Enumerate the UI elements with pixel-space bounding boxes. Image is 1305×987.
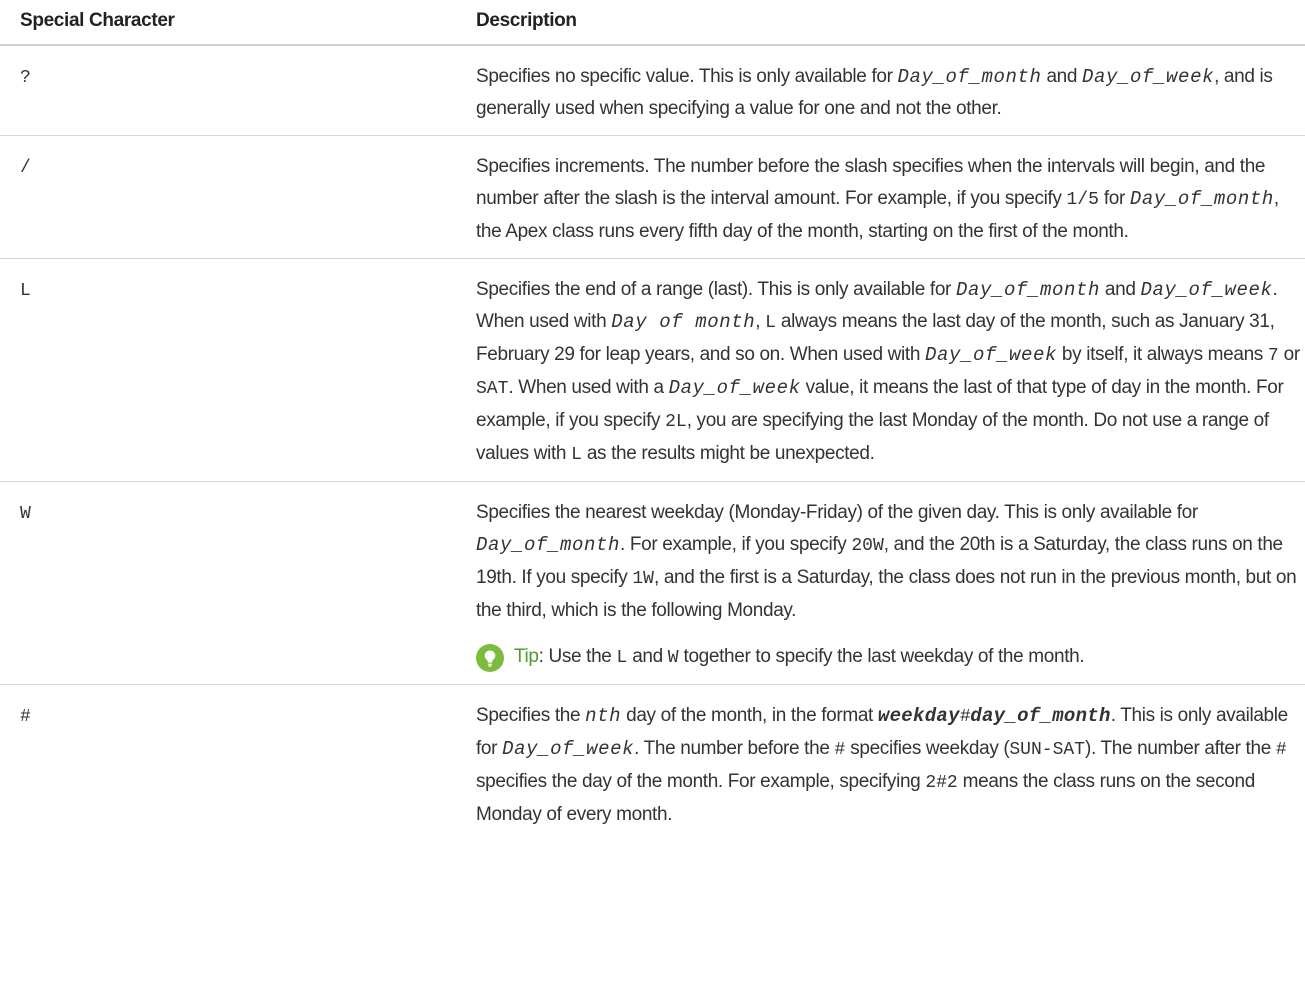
special-character-cell: # <box>0 685 476 842</box>
table-row: L Specifies the end of a range (last). Th… <box>0 258 1305 482</box>
code-literal: # <box>1275 740 1287 760</box>
lightbulb-icon <box>476 643 504 672</box>
description-text: Specifies no specific value. This is onl… <box>476 66 898 87</box>
description-text: for <box>1098 188 1130 209</box>
special-character: # <box>20 707 31 727</box>
description-paragraph: Specifies no specific value. This is onl… <box>476 61 1305 125</box>
code-variable: Day_of_week <box>502 738 635 760</box>
description-text: ). The number after the <box>1085 738 1276 759</box>
description-paragraph: Specifies the end of a range (last). Thi… <box>476 274 1305 471</box>
special-character: L <box>20 281 31 301</box>
description-text: as the results might be unexpected. <box>581 443 875 464</box>
description-text: day of the month, in the format <box>621 705 878 726</box>
description-text: Specifies the <box>476 705 586 726</box>
description-text: . When used with a <box>508 377 669 398</box>
code-literal: 2L <box>665 412 687 432</box>
special-character-cell: W <box>0 481 476 685</box>
code-variable: Day of month <box>611 311 756 333</box>
code-variable: Day_of_month <box>476 534 621 556</box>
description-text: and <box>627 646 668 667</box>
code-literal: L <box>571 445 582 465</box>
code-literal: 2#2 <box>925 773 958 793</box>
code-variable: Day_of_month <box>897 66 1042 88</box>
code-variable: Day_of_week <box>668 377 801 399</box>
description-text: specifies weekday ( <box>845 738 1010 759</box>
code-literal: 20W <box>851 536 884 556</box>
description-text: specifies the day of the month. For exam… <box>476 771 926 792</box>
description-text: or <box>1278 344 1301 365</box>
table-row: W Specifies the nearest weekday (Monday-F… <box>0 481 1305 685</box>
tip-text: Tip: Use the L and W together to specify… <box>514 641 1085 674</box>
description-text: together to specify the last weekday of … <box>678 646 1085 667</box>
tip-note: Tip: Use the L and W together to specify… <box>476 641 1305 674</box>
code-literal: SAT <box>476 379 509 399</box>
description-text: , <box>755 311 766 332</box>
code-literal: L <box>765 313 776 333</box>
code-literal: 7 <box>1267 346 1279 366</box>
description-text: . For example, if you specify <box>620 534 852 555</box>
code-variable: Day_of_week <box>924 344 1057 366</box>
code-variable-bold: day_of_month <box>970 705 1111 727</box>
special-character: W <box>20 504 31 524</box>
column-header-special-character: Special Character <box>0 0 476 46</box>
description-cell: Specifies the end of a range (last). Thi… <box>476 258 1305 482</box>
special-character: / <box>20 158 31 178</box>
table-header: Special Character Description <box>0 0 1305 46</box>
table-row: # Specifies the nth day of the month, in … <box>0 685 1305 842</box>
code-literal: # <box>834 740 846 760</box>
table-body: ? Specifies no specific value. This is on… <box>0 45 1305 841</box>
special-character-cell: L <box>0 258 476 482</box>
tip-label: Tip <box>514 646 539 667</box>
description-cell: Specifies the nearest weekday (Monday-Fr… <box>476 481 1305 685</box>
special-character-cell: ? <box>0 45 476 136</box>
special-character: ? <box>20 68 31 88</box>
description-paragraph: Specifies the nearest weekday (Monday-Fr… <box>476 497 1305 627</box>
description-paragraph: Specifies the nth day of the month, in t… <box>476 700 1305 831</box>
description-text: and <box>1100 279 1141 300</box>
description-text: . The number before the <box>634 738 835 759</box>
description-cell: Specifies increments. The number before … <box>476 135 1305 259</box>
description-text: : Use the <box>538 646 617 667</box>
column-header-description: Description <box>476 0 1305 46</box>
code-literal: SUN-SAT <box>1009 740 1085 760</box>
code-literal: 1W <box>632 569 654 589</box>
header-row: Special Character Description <box>0 0 1305 46</box>
description-text: Specifies the end of a range (last). Thi… <box>476 279 956 300</box>
code-variable: Day_of_week <box>1140 279 1273 301</box>
code-literal: W <box>667 648 679 668</box>
description-paragraph: Specifies increments. The number before … <box>476 151 1305 248</box>
description-text: Specifies the nearest weekday (Monday-Fr… <box>476 502 1198 523</box>
code-literal: 1/5 <box>1066 190 1099 210</box>
code-variable-bold: weekday <box>877 705 960 727</box>
code-literal: L <box>616 648 628 668</box>
description-cell: Specifies the nth day of the month, in t… <box>476 685 1305 842</box>
special-character-cell: / <box>0 135 476 259</box>
code-variable: Day_of_month <box>955 279 1100 301</box>
code-literal: # <box>959 707 971 727</box>
special-characters-table: Special Character Description ? Specifies… <box>0 0 1305 841</box>
table-row: ? Specifies no specific value. This is on… <box>0 45 1305 136</box>
table-row: / Specifies increments. The number before… <box>0 135 1305 259</box>
description-text: and <box>1041 66 1083 87</box>
description-text: by itself, it always means <box>1057 344 1268 365</box>
code-variable: Day_of_week <box>1082 66 1215 88</box>
description-cell: Specifies no specific value. This is onl… <box>476 45 1305 136</box>
code-variable: Day_of_month <box>1129 188 1274 210</box>
code-variable: nth <box>585 705 622 727</box>
